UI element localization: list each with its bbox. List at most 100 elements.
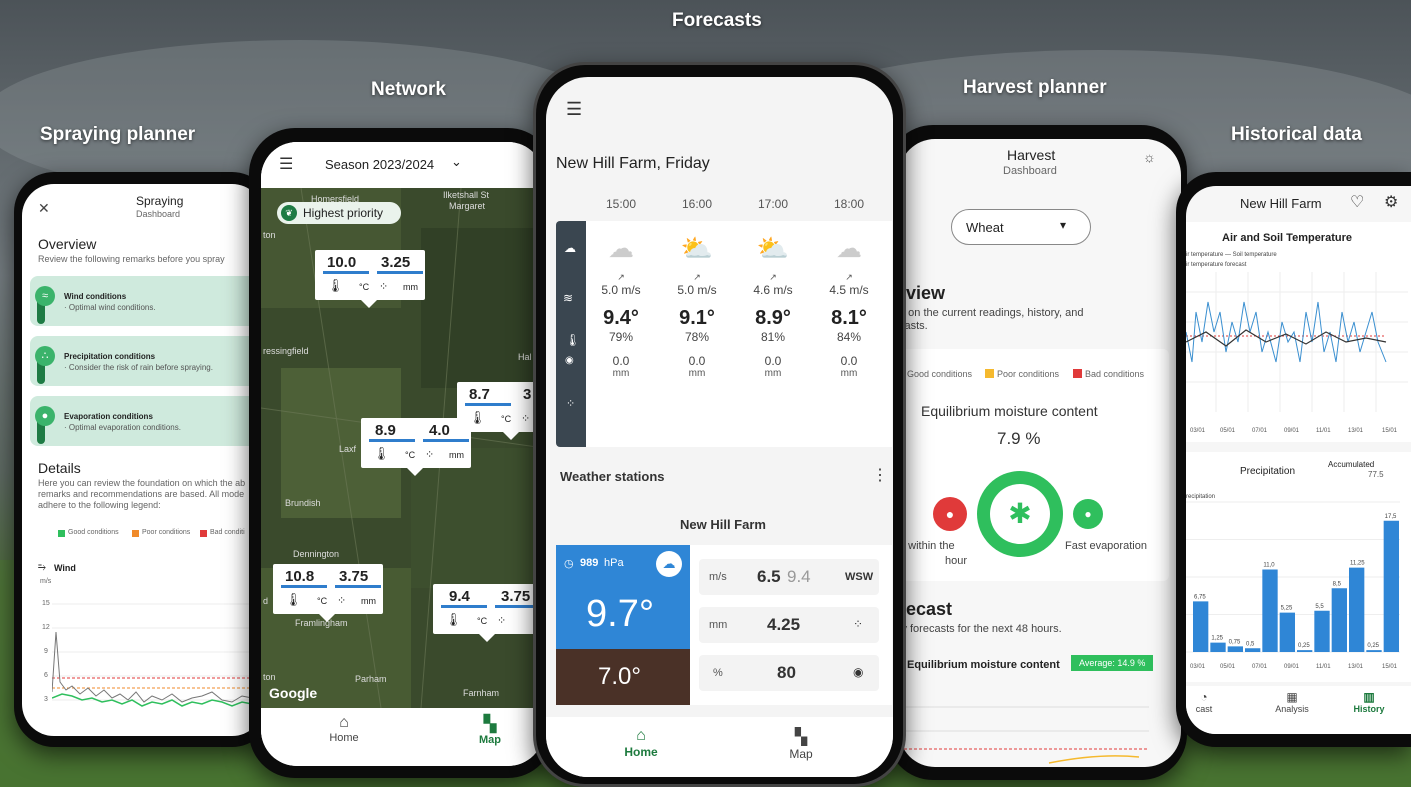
card-precipitation[interactable]: ∴ Precipitation conditions · Consider th… <box>30 336 262 386</box>
unit-celsius: °C <box>317 596 328 606</box>
station-marker[interactable]: 9.4 3.75 🌡 °C ⁘ <box>433 584 543 642</box>
emc-value: 7.9 % <box>997 429 1041 448</box>
precip-bar-label: 1,25 <box>1211 636 1223 642</box>
nav-home[interactable]: ⌂ Home <box>616 727 666 759</box>
station-marker[interactable]: 8.9 4.0 🌡 °C ⁘ mm <box>361 418 471 476</box>
hour-label: 17:00 <box>757 197 789 211</box>
rain-amount: 0.0 <box>688 354 706 368</box>
label-spraying-planner: Spraying planner <box>40 124 196 145</box>
precip-bar-label: 5,5 <box>1315 604 1324 610</box>
wind-arrow-icon: ↗ <box>769 272 777 282</box>
grid-icon: ▦ <box>1286 690 1298 704</box>
evaporation-icon: ● <box>1073 499 1103 529</box>
heart-icon[interactable]: ♡ <box>1350 192 1364 212</box>
priority-chip[interactable]: ❦ Highest priority <box>277 202 401 224</box>
wind-chart-icon: ⥱ <box>38 562 46 573</box>
temp-chart-title: Air and Soil Temperature <box>1222 232 1352 244</box>
marker-underline <box>441 605 487 608</box>
station-marker[interactable]: 10.8 3.75 🌡 °C ⁘ mm <box>273 564 383 622</box>
chevron-down-icon[interactable]: ⌄ <box>451 154 462 170</box>
wind-arrow-icon: ↗ <box>617 272 625 282</box>
nav-home[interactable]: ⌂ Home <box>319 714 369 744</box>
temp-chart-legend-2: ir temperature forecast <box>1186 262 1247 268</box>
marker-underline <box>281 585 327 588</box>
menu-icon[interactable]: ☰ <box>279 154 293 174</box>
crop-select[interactable]: Wheat ▾ <box>951 209 1091 245</box>
forecast-row-icons: ☁ ≋ 🌡 ◉ ⁘ <box>556 221 586 447</box>
card-evaporation[interactable]: ● Evaporation conditions · Optimal evapo… <box>30 396 262 446</box>
nav-forecast[interactable]: ◔ cast <box>1186 690 1222 714</box>
legend-poor-swatch <box>985 369 994 378</box>
precip-bar <box>1331 588 1347 652</box>
pressure-icon: ◷ <box>564 558 574 570</box>
precip-bar <box>1366 650 1382 652</box>
legend-poor-swatch <box>132 530 139 537</box>
nav-history[interactable]: ▥ History <box>1344 690 1394 714</box>
history-title: New Hill Farm <box>1240 196 1322 211</box>
precip-chart-title: Precipitation <box>1240 466 1296 477</box>
gear-icon[interactable]: ⚙ <box>1384 192 1398 212</box>
forecast-icon: ◔ <box>1200 690 1208 704</box>
rain-row: mm 4.25 ⁘ <box>699 607 879 643</box>
overview-sub-1: d on the current readings, history, and <box>899 307 1084 319</box>
forecast-col-1500: 15:00 ☁ ↗ 5.0 m/s 9.4° 79% 0.0 mm <box>586 197 656 379</box>
marker-rain: 3.75 <box>501 588 531 605</box>
wind-unit: m/s <box>709 571 727 583</box>
forecast-sub: ly forecasts for the next 48 hours. <box>899 623 1062 635</box>
unit-celsius: °C <box>501 414 512 424</box>
x-tick: 15/01 <box>1382 428 1398 434</box>
label-network: Network <box>371 79 446 100</box>
humidity-value: 80 <box>777 663 796 682</box>
card-wind[interactable]: ≈ Wind conditions · Optimal wind conditi… <box>30 276 262 326</box>
current-temp: 9.7° <box>586 593 655 635</box>
rain-amount: 0.0 <box>840 354 858 368</box>
details-text-2: remarks and recommendations are based. A… <box>38 489 245 499</box>
wind-speed: 5.0 m/s <box>677 283 717 297</box>
precip-bar-label: 8,5 <box>1333 581 1342 587</box>
rain-drops-icon: ⁘ <box>521 413 531 425</box>
thermometer-icon: 🌡 <box>373 446 390 461</box>
place-label: Hal <box>518 352 532 362</box>
emc-row-label: Equilibrium moisture content <box>907 659 1060 671</box>
phone-spraying: ✕ Spraying Dashboard Overview Review the… <box>14 172 272 747</box>
partly-sunny-icon: ⛅ <box>680 233 714 263</box>
precip-bar-label: 0,75 <box>1229 639 1241 645</box>
accumulated-value: 77.5 <box>1368 470 1384 479</box>
harvest-forecast-title: recast <box>899 599 953 619</box>
station-current-temp: ◷ 989 hPa ☁ 9.7° <box>556 545 690 649</box>
wind-speed: 4.5 m/s <box>829 283 869 297</box>
lightbulb-icon[interactable]: ☼ <box>1143 149 1156 165</box>
forecast-screen: ☰ New Hill Farm, Friday ☁ ≋ 🌡 ◉ ⁘ 15:00 … <box>546 77 893 777</box>
x-tick: 13/01 <box>1348 428 1364 434</box>
close-icon[interactable]: ✕ <box>38 200 50 217</box>
precip-bar-label: 0,25 <box>1367 643 1379 649</box>
nav-analysis[interactable]: ▦ Analysis <box>1262 690 1322 714</box>
precip-chart-card: Precipitation Accumulated 77.5 recipitat… <box>1186 452 1411 682</box>
marker-temp: 10.0 <box>327 254 357 271</box>
menu-icon[interactable]: ☰ <box>566 99 582 120</box>
station-card[interactable]: ◷ 989 hPa ☁ 9.7° 7.0° m/s 6.5 9.4 WSW mm… <box>556 545 892 705</box>
x-tick: 11/01 <box>1316 428 1331 434</box>
legend-bad: Bad conditi <box>210 529 245 536</box>
legend-good: Good conditions <box>907 369 973 379</box>
home-icon: ⌂ <box>636 727 646 744</box>
nav-map[interactable]: ▚ Map <box>465 714 515 746</box>
place-label: Homersfield <box>311 194 360 204</box>
marker-underline <box>465 403 511 406</box>
season-select[interactable]: Season 2023/2024 <box>325 157 434 172</box>
phone-network: ☰ Season 2023/2024 ⌄ ❦ Highest priority … <box>249 128 554 778</box>
forecast-title: New Hill Farm, Friday <box>556 155 710 172</box>
humidity: 81% <box>760 330 786 344</box>
rain-unit: mm <box>840 368 858 379</box>
forecast-col-1700: 17:00 ⛅ ↗ 4.6 m/s 8.9° 81% 0.0 mm <box>738 197 808 379</box>
wind-value: 6.5 <box>757 567 781 586</box>
emc-title: Equilibrium moisture content <box>921 403 1098 419</box>
nav-map[interactable]: ▚ Map <box>776 727 826 761</box>
nav-map-label: Map <box>479 734 501 746</box>
station-marker[interactable]: 10.0 3.25 🌡 °C ⁘ mm <box>315 250 425 308</box>
precip-bar-label: 0,5 <box>1246 641 1255 647</box>
phone-history: New Hill Farm ♡ ⚙ Air and Soil Temperatu… <box>1176 172 1411 747</box>
emc-forecast-chart <box>899 706 1149 764</box>
more-vert-icon[interactable]: ⋮ <box>872 465 888 485</box>
ytick: 9 <box>44 648 48 655</box>
